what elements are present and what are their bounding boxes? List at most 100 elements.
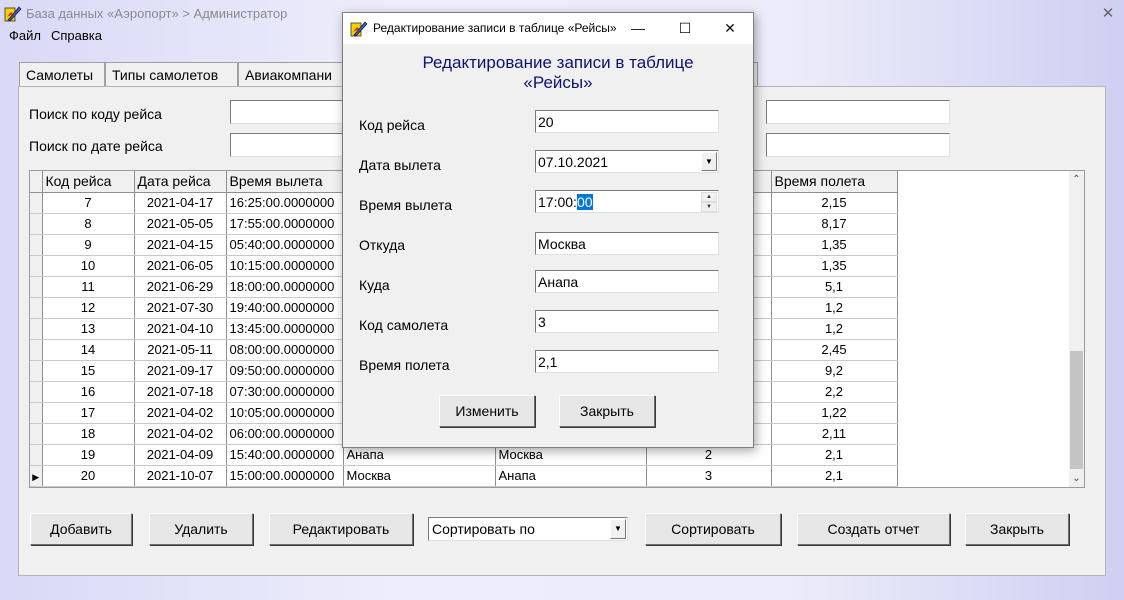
cell-duration[interactable]: 9,2 [771, 360, 898, 382]
cell-time[interactable]: 13:45:00.0000000 [226, 318, 344, 340]
cell-time[interactable]: 05:40:00.0000000 [226, 234, 344, 256]
column-header-duration[interactable]: Время полета [771, 171, 898, 193]
cell-date[interactable]: 2021-10-07 [134, 465, 227, 487]
create-report-button[interactable]: Создать отчет [797, 513, 950, 545]
row-selector[interactable] [30, 423, 43, 445]
from-input[interactable]: Москва [535, 232, 719, 255]
row-selector[interactable] [30, 381, 43, 403]
cell-date[interactable]: 2021-04-09 [134, 444, 227, 466]
change-button[interactable]: Изменить [439, 395, 535, 427]
row-selector[interactable] [30, 192, 43, 214]
cell-code[interactable]: 20 [42, 465, 135, 487]
scroll-up-icon[interactable]: ⌃ [1069, 171, 1084, 188]
tab-airlines[interactable]: Авиакомпани [238, 62, 348, 86]
maximize-icon[interactable]: ☐ [670, 17, 700, 39]
edit-button[interactable]: Редактировать [269, 513, 413, 545]
plane-code-input[interactable]: 3 [535, 310, 719, 333]
cell-date[interactable]: 2021-05-11 [134, 339, 227, 361]
cell-date[interactable]: 2021-07-18 [134, 381, 227, 403]
cell-time[interactable]: 18:00:00.0000000 [226, 276, 344, 298]
cell-code[interactable]: 7 [42, 192, 135, 214]
cell-date[interactable]: 2021-06-29 [134, 276, 227, 298]
cell-time[interactable]: 17:55:00.0000000 [226, 213, 344, 235]
row-selector[interactable]: ▶ [30, 465, 43, 487]
column-header-code[interactable]: Код рейса [42, 171, 135, 193]
cell-date[interactable]: 2021-04-02 [134, 423, 227, 445]
cell-duration[interactable]: 2,15 [771, 192, 898, 214]
cell-duration[interactable]: 8,17 [771, 213, 898, 235]
cell-from[interactable]: Москва [343, 465, 496, 487]
cell-date[interactable]: 2021-07-30 [134, 297, 227, 319]
cell-time[interactable]: 07:30:00.0000000 [226, 381, 344, 403]
cell-to[interactable]: Анапа [495, 465, 647, 487]
to-input[interactable]: Анапа [535, 270, 719, 293]
search-extra-input-2[interactable] [766, 133, 950, 157]
column-header-time[interactable]: Время вылета [226, 171, 344, 193]
add-button[interactable]: Добавить [30, 513, 132, 545]
row-selector[interactable] [30, 360, 43, 382]
cell-duration[interactable]: 1,22 [771, 402, 898, 424]
close-button[interactable]: Закрыть [965, 513, 1069, 545]
cell-code[interactable]: 18 [42, 423, 135, 445]
cell-date[interactable]: 2021-04-17 [134, 192, 227, 214]
cell-time[interactable]: 15:00:00.0000000 [226, 465, 344, 487]
row-selector[interactable] [30, 255, 43, 277]
cell-code[interactable]: 16 [42, 381, 135, 403]
row-selector[interactable] [30, 213, 43, 235]
dialog-close-button[interactable]: Закрыть [559, 395, 655, 427]
cell-plane[interactable]: 3 [646, 465, 772, 487]
cell-code[interactable]: 19 [42, 444, 135, 466]
cell-code[interactable]: 14 [42, 339, 135, 361]
delete-button[interactable]: Удалить [149, 513, 253, 545]
cell-time[interactable]: 19:40:00.0000000 [226, 297, 344, 319]
tab-planes[interactable]: Самолеты [19, 62, 105, 86]
cell-duration[interactable]: 2,1 [771, 444, 898, 466]
cell-duration[interactable]: 2,11 [771, 423, 898, 445]
row-selector[interactable] [30, 276, 43, 298]
cell-time[interactable]: 10:15:00.0000000 [226, 255, 344, 277]
cell-code[interactable]: 13 [42, 318, 135, 340]
cell-duration[interactable]: 2,45 [771, 339, 898, 361]
spin-down-icon[interactable]: ▼ [701, 202, 717, 212]
cell-time[interactable]: 15:40:00.0000000 [226, 444, 344, 466]
row-selector[interactable] [30, 234, 43, 256]
close-window-icon[interactable]: ✕ [1098, 4, 1118, 24]
column-header-date[interactable]: Дата рейса [134, 171, 227, 193]
cell-time[interactable]: 08:00:00.0000000 [226, 339, 344, 361]
tab-plane-types[interactable]: Типы самолетов [105, 62, 238, 86]
sort-by-select[interactable]: Сортировать по ▼ [428, 517, 628, 541]
grid-vertical-scrollbar[interactable]: ⌃ ⌄ [1069, 171, 1084, 487]
menu-file[interactable]: Файл [9, 28, 41, 43]
search-date-input[interactable] [230, 133, 350, 157]
cell-code[interactable]: 9 [42, 234, 135, 256]
cell-date[interactable]: 2021-06-05 [134, 255, 227, 277]
row-selector[interactable] [30, 339, 43, 361]
row-selector[interactable] [30, 402, 43, 424]
cell-duration[interactable]: 1,2 [771, 297, 898, 319]
flight-code-input[interactable]: 20 [535, 110, 719, 133]
cell-time[interactable]: 10:05:00.0000000 [226, 402, 344, 424]
close-icon[interactable]: ✕ [715, 17, 745, 39]
cell-code[interactable]: 17 [42, 402, 135, 424]
cell-duration[interactable]: 2,2 [771, 381, 898, 403]
spin-up-icon[interactable]: ▲ [701, 192, 717, 202]
search-extra-input-1[interactable] [766, 100, 950, 124]
cell-date[interactable]: 2021-05-05 [134, 213, 227, 235]
cell-duration[interactable]: 5,1 [771, 276, 898, 298]
minimize-icon[interactable]: — [623, 17, 653, 39]
table-row[interactable]: ▶ 20 2021-10-07 15:00:00.0000000 Москва Анапа… [30, 465, 898, 487]
chevron-down-icon[interactable]: ▼ [701, 152, 717, 171]
menu-help[interactable]: Справка [51, 28, 102, 43]
cell-duration[interactable]: 1,2 [771, 318, 898, 340]
scroll-down-icon[interactable]: ⌄ [1069, 470, 1084, 487]
cell-duration[interactable]: 1,35 [771, 234, 898, 256]
cell-date[interactable]: 2021-04-15 [134, 234, 227, 256]
cell-time[interactable]: 09:50:00.0000000 [226, 360, 344, 382]
row-selector[interactable] [30, 444, 43, 466]
cell-duration[interactable]: 1,35 [771, 255, 898, 277]
cell-code[interactable]: 8 [42, 213, 135, 235]
sort-button[interactable]: Сортировать [645, 513, 781, 545]
row-selector[interactable] [30, 318, 43, 340]
departure-date-picker[interactable]: 07.10.2021 ▼ [535, 150, 719, 173]
cell-code[interactable]: 11 [42, 276, 135, 298]
